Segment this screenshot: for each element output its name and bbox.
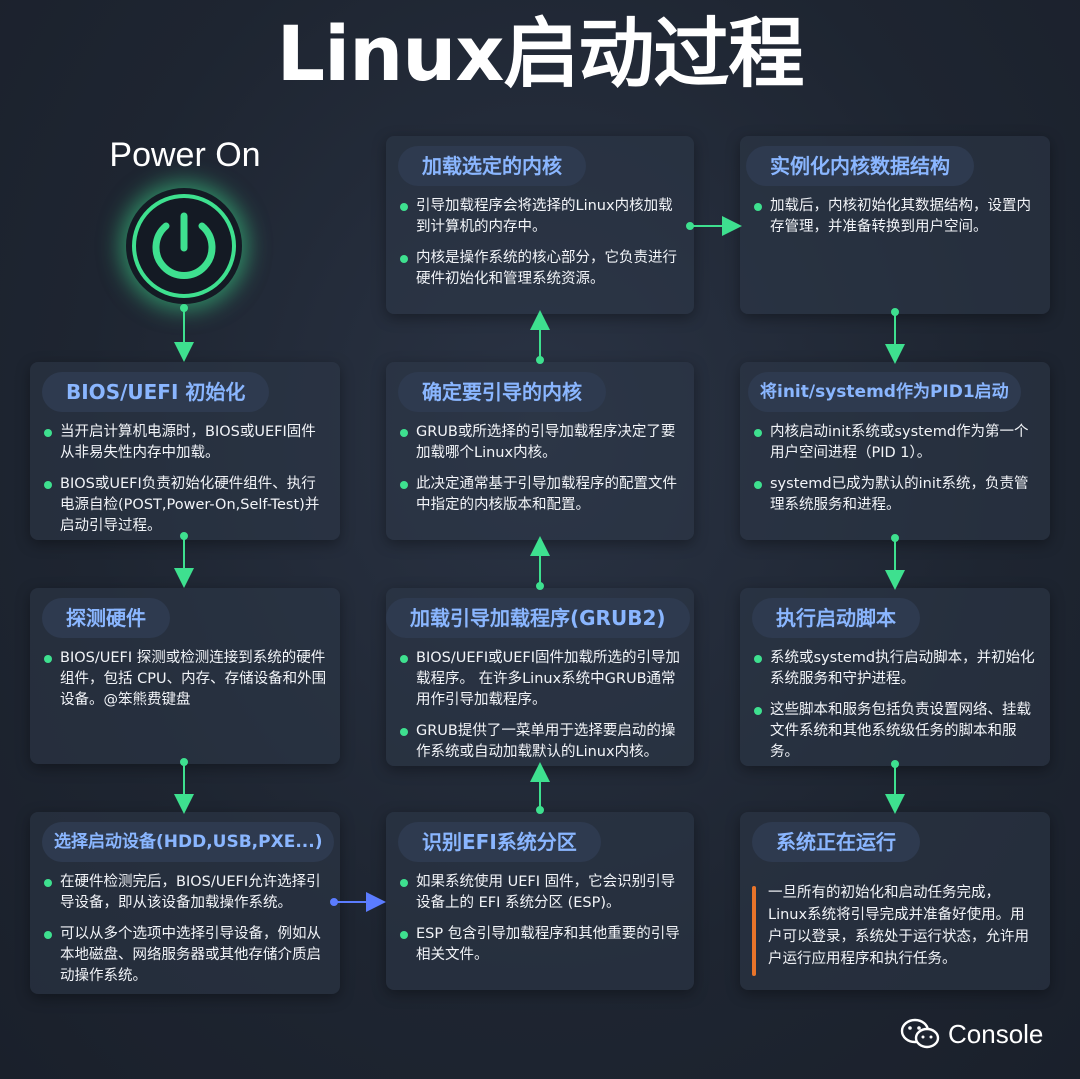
wechat-icon <box>900 1018 940 1049</box>
flow-arrows <box>174 216 905 912</box>
brand: Console <box>900 1014 1043 1054</box>
brand-name: Console <box>948 1018 1044 1049</box>
